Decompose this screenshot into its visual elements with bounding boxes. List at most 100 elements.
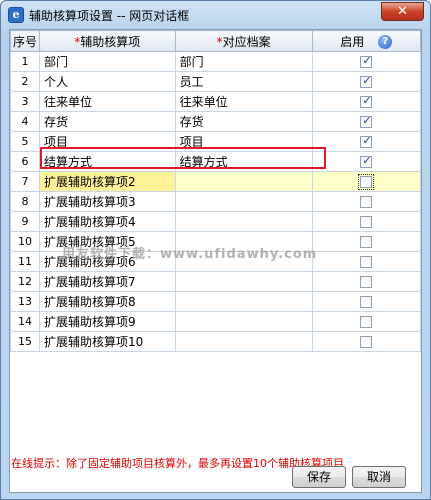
row-number: 8 [10,191,40,212]
enabled-cell [311,331,422,352]
table-row[interactable]: 6 结算方式 结算方式 [10,151,422,172]
header-file: *对应档案 [174,30,313,52]
enabled-cell [311,291,422,312]
aux-item-name-cell[interactable]: 项目 [38,131,176,152]
table-row[interactable]: 2 个人 员工 [10,71,422,92]
help-icon[interactable]: ? [378,35,393,49]
enabled-cell [311,111,422,132]
aux-item-name-cell[interactable]: 部门 [38,51,176,72]
table-row[interactable]: 14 扩展辅助核算项9 [10,311,422,332]
close-button[interactable]: ✕ [381,2,424,21]
enabled-cell [311,171,422,192]
archive-cell[interactable] [174,251,313,272]
enabled-cell [311,251,422,272]
table-row[interactable]: 7 扩展辅助核算项2 [10,171,422,192]
archive-cell[interactable] [174,231,313,252]
row-number: 10 [10,231,40,252]
table-row[interactable]: 13 扩展辅助核算项8 [10,291,422,312]
header-name: *辅助核算项 [38,30,176,52]
table-row[interactable]: 9 扩展辅助核算项4 [10,211,422,232]
cancel-button[interactable]: 取消 [352,466,406,488]
header-no: 序号 [10,30,40,52]
enabled-checkbox[interactable] [360,256,373,268]
aux-item-name-cell[interactable]: 扩展辅助核算项4 [38,211,176,232]
enabled-checkbox[interactable] [360,74,373,88]
dialog-window: e 辅助核算项设置 -- 网页对话框 ✕ 序号 *辅助核算项 *对应档案 启用?… [0,0,431,500]
enabled-cell [311,131,422,152]
aux-accounting-table: 序号 *辅助核算项 *对应档案 启用? 1部门部门2个人员工3往来单位往来单位4… [10,30,422,352]
aux-item-name-cell[interactable]: 往来单位 [38,91,176,112]
enabled-checkbox[interactable] [360,296,373,308]
table-row[interactable]: 1 部门 部门 [10,51,422,72]
row-number: 12 [10,271,40,292]
row-number: 6 [10,151,40,172]
archive-cell[interactable] [174,331,313,352]
archive-cell[interactable] [174,271,313,292]
archive-cell[interactable] [174,211,313,232]
enabled-checkbox[interactable] [360,114,373,128]
enabled-cell [311,191,422,212]
archive-cell[interactable] [174,291,313,312]
table-row[interactable]: 12 扩展辅助核算项7 [10,271,422,292]
enabled-checkbox[interactable] [360,336,373,348]
header-enabled: 启用? [311,30,422,52]
row-number: 4 [10,111,40,132]
aux-item-name-cell[interactable]: 个人 [38,71,176,92]
archive-cell[interactable] [174,311,313,332]
table-row[interactable]: 8 扩展辅助核算项3 [10,191,422,212]
aux-item-name-cell[interactable]: 扩展辅助核算项8 [38,291,176,312]
enabled-checkbox[interactable] [360,276,373,288]
row-number: 13 [10,291,40,312]
aux-item-name-cell[interactable]: 结算方式 [38,151,176,172]
aux-item-name-cell[interactable]: 扩展辅助核算项5 [38,231,176,252]
archive-cell[interactable]: 往来单位 [174,91,313,112]
enabled-checkbox[interactable] [358,174,375,190]
window-title: 辅助核算项设置 -- 网页对话框 [29,9,190,23]
enabled-checkbox[interactable] [360,94,373,108]
archive-cell[interactable] [174,171,313,192]
aux-item-name-cell[interactable]: 扩展辅助核算项2 [38,171,176,192]
row-number: 14 [10,311,40,332]
table-header-row: 序号 *辅助核算项 *对应档案 启用? [10,30,422,52]
archive-cell[interactable]: 存货 [174,111,313,132]
enabled-cell [311,271,422,292]
enabled-cell [311,71,422,92]
table-row[interactable]: 3 往来单位 往来单位 [10,91,422,112]
enabled-checkbox[interactable] [360,216,373,228]
table-body: 1部门部门2个人员工3往来单位往来单位4存货存货5项目项目6结算方式结算方式7扩… [10,51,422,352]
archive-cell[interactable]: 员工 [174,71,313,92]
row-number: 1 [10,51,40,72]
aux-item-name-cell[interactable]: 扩展辅助核算项9 [38,311,176,332]
table-row[interactable]: 5 项目 项目 [10,131,422,152]
enabled-checkbox[interactable] [360,54,373,68]
row-number: 11 [10,251,40,272]
table-row[interactable]: 11 扩展辅助核算项6 [10,251,422,272]
aux-item-name-cell[interactable]: 扩展辅助核算项6 [38,251,176,272]
enabled-cell [311,151,422,172]
archive-cell[interactable]: 结算方式 [174,151,313,172]
aux-item-name-cell[interactable]: 扩展辅助核算项7 [38,271,176,292]
enabled-cell [311,231,422,252]
aux-item-name-cell[interactable]: 扩展辅助核算项10 [38,331,176,352]
enabled-cell [311,311,422,332]
enabled-checkbox[interactable] [360,236,373,248]
enabled-checkbox[interactable] [360,134,373,148]
enabled-checkbox[interactable] [360,196,373,208]
enabled-cell [311,211,422,232]
enabled-checkbox[interactable] [360,316,373,328]
title-bar[interactable]: e 辅助核算项设置 -- 网页对话框 ✕ [1,1,430,29]
aux-item-name-cell[interactable]: 扩展辅助核算项3 [38,191,176,212]
save-button[interactable]: 保存 [292,466,346,488]
enabled-cell [311,51,422,72]
archive-cell[interactable]: 项目 [174,131,313,152]
table-row[interactable]: 4 存货 存货 [10,111,422,132]
enabled-checkbox[interactable] [360,154,373,168]
enabled-cell [311,91,422,112]
archive-cell[interactable]: 部门 [174,51,313,72]
table-row[interactable]: 15 扩展辅助核算项10 [10,331,422,352]
row-number: 2 [10,71,40,92]
table-row[interactable]: 10 扩展辅助核算项5 [10,231,422,252]
header-name-label: 辅助核算项 [80,34,141,49]
aux-item-name-cell[interactable]: 存货 [38,111,176,132]
archive-cell[interactable] [174,191,313,212]
